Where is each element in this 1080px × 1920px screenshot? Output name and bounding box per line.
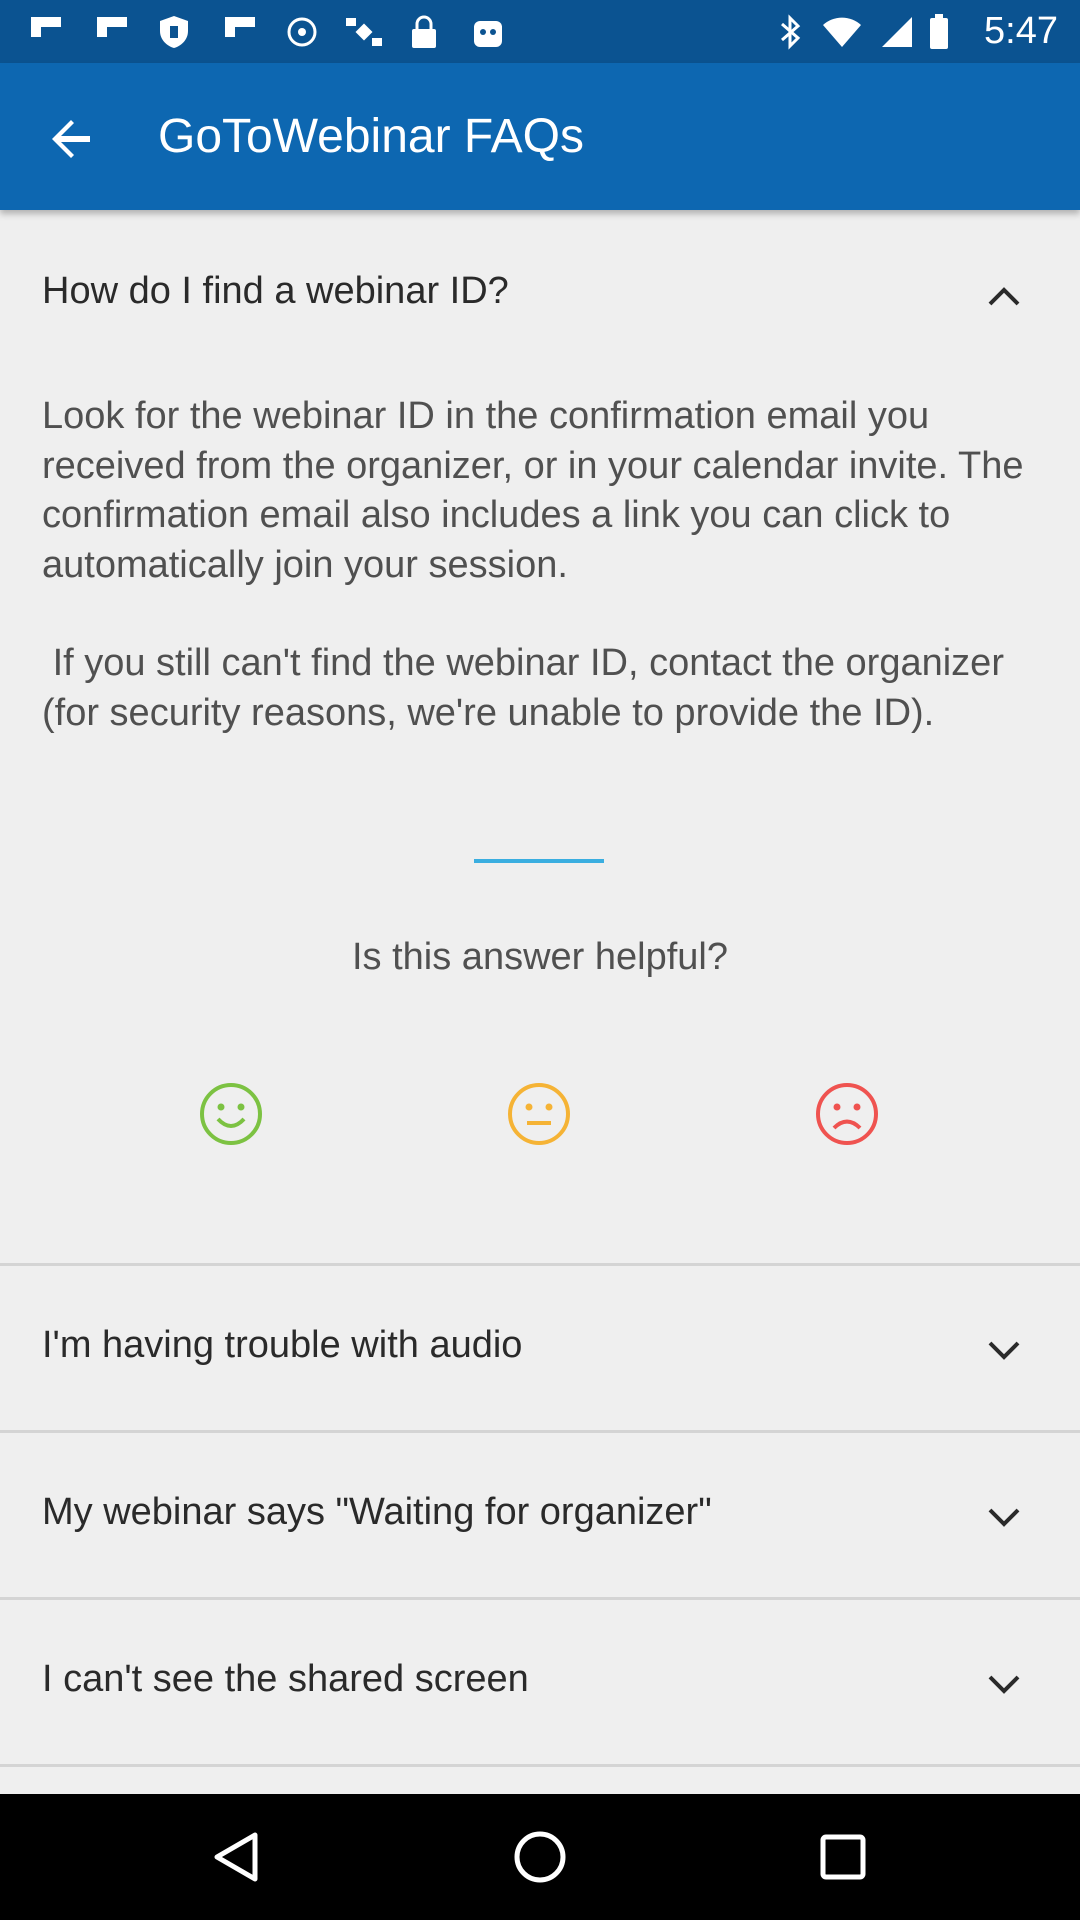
- lock-icon: [406, 14, 442, 50]
- status-time: 5:47: [984, 10, 1058, 52]
- shield-icon: [154, 14, 194, 50]
- neutral-face-button[interactable]: [507, 1082, 571, 1146]
- answer-paragraph: Look for the webinar ID in the confirmat…: [42, 395, 1035, 586]
- nav-back-button[interactable]: [202, 1822, 272, 1892]
- faq-answer: Look for the webinar ID in the confirmat…: [42, 392, 1042, 738]
- back-button[interactable]: [36, 103, 108, 175]
- list-divider: [0, 1764, 1080, 1767]
- satellite-icon: [342, 14, 386, 50]
- faq-item[interactable]: I can't see the shared screen: [0, 1597, 1080, 1765]
- sad-face-icon: [816, 1083, 878, 1145]
- page-title: GoToWebinar FAQs: [158, 110, 584, 163]
- accent-divider: [474, 859, 604, 863]
- back-triangle-icon: [214, 1832, 258, 1882]
- flipboard-icon: [220, 14, 260, 50]
- chevron-down-icon[interactable]: [980, 1493, 1028, 1541]
- faq-question: How do I find a webinar ID?: [42, 270, 509, 312]
- wifi-icon: [820, 14, 864, 50]
- home-circle-icon: [514, 1831, 566, 1883]
- status-bar: 5:47: [0, 0, 1080, 63]
- faq-question: My webinar says "Waiting for organizer": [42, 1491, 712, 1533]
- faq-item[interactable]: I'm having trouble with audio: [0, 1263, 1080, 1431]
- chevron-down-icon[interactable]: [980, 1660, 1028, 1708]
- helpful-prompt: Is this answer helpful?: [352, 936, 728, 978]
- signal-icon: [282, 14, 322, 50]
- app-bar: GoToWebinar FAQs: [0, 63, 1080, 210]
- chevron-up-icon[interactable]: [980, 272, 1028, 320]
- chevron-down-icon[interactable]: [980, 1326, 1028, 1374]
- bluetooth-icon: [774, 14, 808, 50]
- battery-icon: [926, 14, 952, 50]
- cell-signal-icon: [876, 14, 916, 50]
- happy-face-icon: [200, 1083, 262, 1145]
- sad-face-button[interactable]: [815, 1082, 879, 1146]
- answer-paragraph: If you still can't find the webinar ID, …: [42, 642, 1015, 734]
- faq-question: I'm having trouble with audio: [42, 1324, 523, 1366]
- arrow-back-icon: [52, 120, 90, 158]
- app-icon: [470, 14, 506, 50]
- recents-square-icon: [820, 1834, 866, 1880]
- faq-item[interactable]: My webinar says "Waiting for organizer": [0, 1430, 1080, 1598]
- faq-item-expanded[interactable]: How do I find a webinar ID?: [0, 210, 1080, 375]
- flipboard-icon: [26, 14, 66, 50]
- flipboard-icon: [92, 14, 132, 50]
- happy-face-button[interactable]: [199, 1082, 263, 1146]
- faq-question: I can't see the shared screen: [42, 1658, 529, 1700]
- system-nav-bar: [0, 1794, 1080, 1920]
- nav-home-button[interactable]: [505, 1822, 575, 1892]
- neutral-face-icon: [508, 1083, 570, 1145]
- nav-recents-button[interactable]: [808, 1822, 878, 1892]
